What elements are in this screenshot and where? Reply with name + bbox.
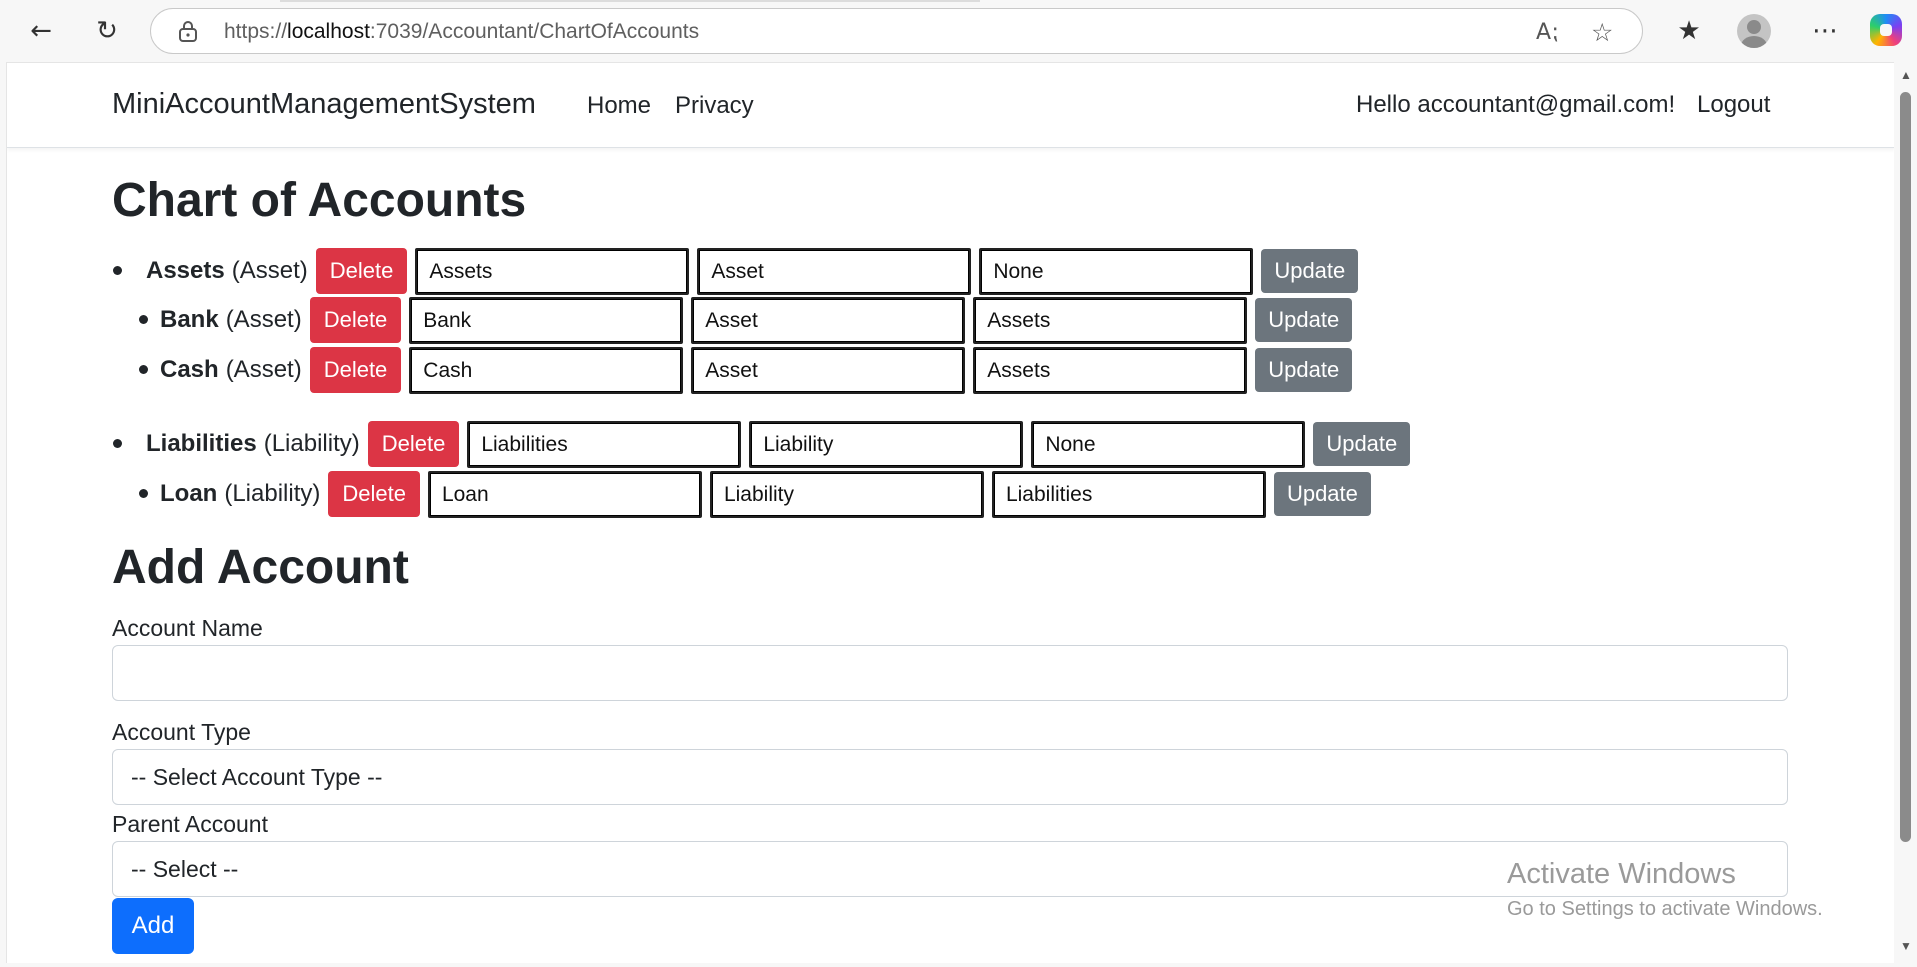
update-button[interactable]: Update bbox=[1261, 249, 1359, 293]
parent-account-field[interactable]: Assets bbox=[973, 296, 1248, 344]
account-type: (Liability) bbox=[263, 430, 360, 457]
account-type-field[interactable]: Asset bbox=[691, 346, 966, 394]
update-button[interactable]: Update bbox=[1273, 472, 1371, 516]
scroll-up-arrow-icon[interactable]: ▲ bbox=[1900, 68, 1912, 82]
navbar: MiniAccountManagementSystem Home Privacy… bbox=[7, 63, 1895, 148]
page-title: Chart of Accounts bbox=[112, 174, 527, 227]
account-type: (Asset) bbox=[225, 306, 302, 333]
delete-button[interactable]: Delete bbox=[315, 248, 408, 294]
account-type-field[interactable]: Liability bbox=[709, 470, 984, 518]
logout-link[interactable]: Logout bbox=[1697, 91, 1770, 119]
bullet-icon bbox=[139, 315, 148, 324]
account-name-input[interactable] bbox=[112, 645, 1788, 701]
nav-link-home[interactable]: Home bbox=[587, 92, 651, 120]
delete-button[interactable]: Delete bbox=[309, 297, 402, 343]
favorites-icon[interactable]: ★ bbox=[1670, 12, 1708, 50]
refresh-icon[interactable]: ↻ bbox=[88, 12, 126, 50]
navbar-brand[interactable]: MiniAccountManagementSystem bbox=[112, 88, 536, 121]
url-scheme: https:// bbox=[224, 20, 288, 43]
url-text[interactable]: https://localhost:7039/Accountant/ChartO… bbox=[224, 20, 699, 44]
account-type-label: Account Type bbox=[112, 719, 251, 745]
bullet-icon bbox=[113, 266, 122, 275]
account-type-field[interactable]: Liability bbox=[749, 420, 1024, 468]
account-name: Cash bbox=[160, 356, 219, 383]
copilot-icon[interactable] bbox=[1870, 14, 1902, 46]
bullet-icon bbox=[139, 489, 148, 498]
account-name-field[interactable]: Assets bbox=[415, 247, 690, 295]
url-path: :7039/Accountant/ChartOfAccounts bbox=[369, 20, 700, 43]
delete-button[interactable]: Delete bbox=[367, 421, 460, 467]
list-item: Cash (Asset) Delete Cash Asset Assets Up… bbox=[160, 346, 1353, 394]
account-name: Assets bbox=[146, 257, 225, 284]
scroll-thumb[interactable] bbox=[1900, 92, 1911, 842]
favorite-star-icon[interactable]: ☆ bbox=[1591, 18, 1613, 47]
account-name-field[interactable]: Loan bbox=[427, 470, 702, 518]
delete-button[interactable]: Delete bbox=[328, 471, 420, 517]
parent-account-field[interactable]: None bbox=[1031, 420, 1306, 468]
account-name: Loan bbox=[160, 480, 218, 507]
user-greeting[interactable]: Hello accountant@gmail.com! bbox=[1356, 91, 1675, 119]
account-type: (Asset) bbox=[225, 356, 302, 383]
delete-button[interactable]: Delete bbox=[309, 347, 402, 393]
tab-strip-divider bbox=[280, 0, 980, 2]
account-name: Liabilities bbox=[146, 430, 257, 457]
bullet-icon bbox=[113, 439, 122, 448]
list-item: Loan (Liability) Delete Loan Liability L… bbox=[160, 470, 1371, 518]
read-aloud-icon[interactable]: A⁏ bbox=[1536, 20, 1558, 45]
parent-account-field[interactable]: Assets bbox=[973, 346, 1248, 394]
profile-avatar[interactable] bbox=[1737, 14, 1771, 48]
update-button[interactable]: Update bbox=[1255, 348, 1353, 392]
page-viewport: MiniAccountManagementSystem Home Privacy… bbox=[6, 62, 1895, 963]
back-arrow-icon[interactable]: ← bbox=[22, 12, 60, 50]
account-type-field[interactable]: Asset bbox=[691, 296, 966, 344]
update-button[interactable]: Update bbox=[1255, 298, 1353, 342]
lock-icon[interactable] bbox=[177, 19, 199, 43]
activate-windows-subtitle: Go to Settings to activate Windows. bbox=[1507, 898, 1823, 920]
account-type: (Asset) bbox=[231, 257, 308, 284]
nav-link-privacy[interactable]: Privacy bbox=[675, 92, 754, 120]
list-item: Bank (Asset) Delete Bank Asset Assets Up… bbox=[160, 296, 1353, 344]
activate-windows-title: Activate Windows bbox=[1507, 858, 1736, 890]
more-menu-icon[interactable]: ⋯ bbox=[1806, 12, 1844, 50]
account-name-field[interactable]: Cash bbox=[409, 346, 684, 394]
browser-toolbar: ← ↻ https://localhost:7039/Accountant/Ch… bbox=[0, 0, 1917, 62]
account-name-label: Account Name bbox=[112, 615, 263, 641]
bullet-icon bbox=[139, 365, 148, 374]
account-name: Bank bbox=[160, 306, 219, 333]
parent-account-field[interactable]: None bbox=[979, 247, 1254, 295]
add-account-title: Add Account bbox=[112, 541, 409, 594]
parent-account-label: Parent Account bbox=[112, 811, 268, 837]
account-name-field[interactable]: Bank bbox=[409, 296, 684, 344]
address-bar[interactable]: https://localhost:7039/Accountant/ChartO… bbox=[150, 8, 1643, 54]
vertical-scrollbar[interactable]: ▲ ▼ bbox=[1894, 62, 1917, 967]
add-button[interactable]: Add bbox=[112, 898, 194, 954]
account-type: (Liability) bbox=[224, 480, 321, 507]
list-item: Liabilities (Liability) Delete Liabiliti… bbox=[146, 420, 1411, 468]
account-name-field[interactable]: Liabilities bbox=[467, 420, 742, 468]
url-host: localhost bbox=[287, 20, 370, 43]
list-item: Assets (Asset) Delete Assets Asset None … bbox=[146, 247, 1359, 295]
scroll-down-arrow-icon[interactable]: ▼ bbox=[1900, 939, 1912, 953]
parent-account-field[interactable]: Liabilities bbox=[991, 470, 1266, 518]
account-type-select[interactable]: -- Select Account Type -- bbox=[112, 749, 1788, 805]
account-type-field[interactable]: Asset bbox=[697, 247, 972, 295]
update-button[interactable]: Update bbox=[1313, 422, 1411, 466]
